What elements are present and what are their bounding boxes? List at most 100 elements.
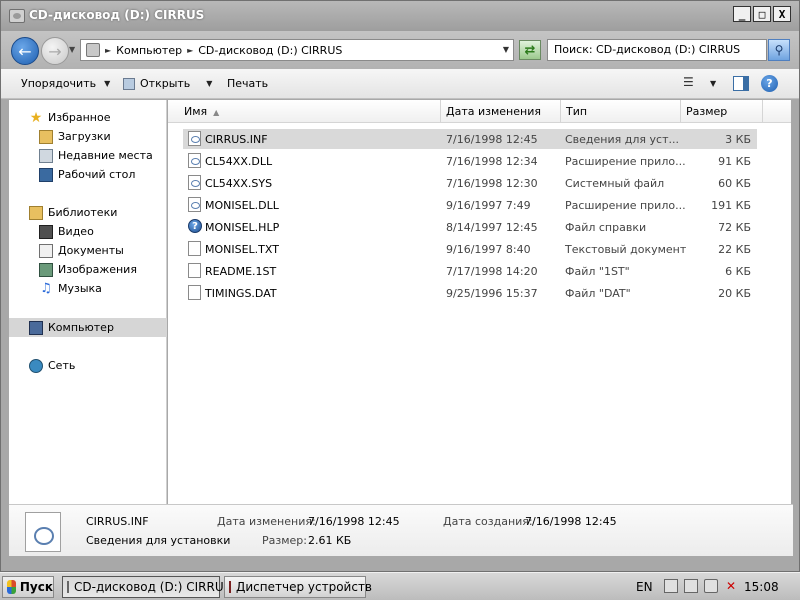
setup-info-file-icon	[188, 131, 201, 146]
column-size-label: Размер	[686, 105, 728, 118]
taskbar: Пуск CD-дисковод (D:) CIRRUS Диспетчер у…	[0, 572, 800, 600]
downloads-folder-icon	[39, 129, 53, 144]
chevron-down-icon[interactable]: ▼	[206, 79, 212, 88]
file-type: Расширение прило...	[565, 155, 686, 168]
network-tray-icon[interactable]	[664, 579, 678, 593]
close-button[interactable]: X	[773, 6, 791, 22]
pictures-icon	[39, 262, 53, 277]
column-header: Имя ▲ Дата изменения Тип Размер	[168, 100, 791, 123]
change-view-icon[interactable]: ☰	[683, 75, 701, 91]
details-size-label: Размер:	[262, 534, 307, 547]
view-options-chevron-icon[interactable]: ▼	[710, 79, 716, 88]
refresh-icon: ⇄	[524, 42, 536, 58]
file-date: 7/16/1998 12:34	[446, 155, 538, 168]
preview-pane-icon[interactable]	[733, 76, 749, 91]
system-file-icon	[188, 153, 201, 168]
file-type: Системный файл	[565, 177, 665, 190]
forward-button[interactable]: →	[41, 37, 69, 65]
file-name: CL54XX.DLL	[205, 155, 273, 168]
details-created-label: Дата создания:	[443, 515, 533, 528]
taskbar-item-explorer[interactable]: CD-дисковод (D:) CIRRUS	[62, 576, 231, 598]
breadcrumb-separator-icon[interactable]: ►	[105, 46, 111, 55]
maximize-button[interactable]: □	[753, 6, 771, 22]
setup-info-file-icon	[25, 512, 61, 552]
title-bar[interactable]: CD-дисковод (D:) CIRRUS _ □ X	[1, 1, 799, 31]
refresh-button[interactable]: ⇄	[519, 40, 541, 60]
file-row[interactable]: CIRRUS.INF 7/16/1998 12:45 Сведения для …	[183, 129, 757, 149]
details-filename: CIRRUS.INF	[86, 515, 149, 528]
nav-music[interactable]: ♫ Музыка	[9, 279, 167, 298]
file-name: CL54XX.SYS	[205, 177, 273, 190]
column-type[interactable]: Тип	[561, 100, 681, 123]
nav-libraries[interactable]: Библиотеки	[9, 203, 167, 222]
file-name: MONISEL.HLP	[205, 221, 280, 234]
clock[interactable]: 15:08	[744, 580, 779, 594]
column-size[interactable]: Размер	[681, 100, 763, 123]
file-size: 191 КБ	[711, 199, 751, 212]
column-type-label: Тип	[566, 105, 588, 118]
explorer-window: CD-дисковод (D:) CIRRUS _ □ X ← → ▼ ► Ко…	[0, 0, 800, 572]
open-label: Открыть	[140, 77, 191, 90]
minimize-button[interactable]: _	[733, 6, 751, 22]
file-row[interactable]: ? MONISEL.HLP 8/14/1997 12:45 Файл справ…	[183, 217, 757, 237]
generic-file-icon	[188, 263, 201, 278]
nav-downloads[interactable]: Загрузки	[9, 127, 167, 146]
file-row[interactable]: CL54XX.DLL 7/16/1998 12:34 Расширение пр…	[183, 151, 757, 171]
nav-computer[interactable]: Компьютер	[9, 318, 167, 337]
start-label: Пуск	[19, 580, 53, 594]
documents-icon	[39, 243, 53, 258]
file-row[interactable]: CL54XX.SYS 7/16/1998 12:30 Системный фай…	[183, 173, 757, 193]
nav-documents[interactable]: Документы	[9, 241, 167, 260]
action-center-icon[interactable]	[684, 579, 698, 593]
file-row[interactable]: TIMINGS.DAT 9/25/1996 15:37 Файл "DAT" 2…	[183, 283, 757, 303]
nav-pictures[interactable]: Изображения	[9, 260, 167, 279]
generic-file-icon	[188, 285, 201, 300]
file-name: MONISEL.DLL	[205, 199, 279, 212]
nav-downloads-label: Загрузки	[58, 130, 111, 143]
address-bar[interactable]: ► Компьютер ► CD-дисковод (D:) CIRRUS ▼	[80, 39, 514, 61]
details-size-value: 2.61 КБ	[308, 534, 352, 547]
print-button[interactable]: Печать	[227, 77, 268, 90]
desktop-icon	[39, 167, 53, 182]
column-date-label: Дата изменения	[446, 105, 541, 118]
nav-network[interactable]: Сеть	[9, 356, 167, 375]
file-type: Файл "DAT"	[565, 287, 631, 300]
file-size: 60 КБ	[718, 177, 751, 190]
recent-pages-chevron-icon[interactable]: ▼	[69, 45, 75, 54]
breadcrumb-cd-drive[interactable]: CD-дисковод (D:) CIRRUS	[198, 44, 342, 57]
volume-icon[interactable]	[704, 579, 718, 593]
address-dropdown-icon[interactable]: ▼	[503, 45, 509, 54]
back-button[interactable]: ←	[11, 37, 39, 65]
search-input[interactable]: Поиск: CD-дисковод (D:) CIRRUS	[547, 39, 767, 61]
recent-places-icon	[39, 148, 53, 163]
search-button[interactable]: ⚲	[768, 39, 790, 61]
sort-ascending-icon: ▲	[213, 108, 220, 117]
breadcrumb-separator-icon[interactable]: ►	[187, 46, 193, 55]
help-icon[interactable]: ?	[761, 75, 778, 92]
column-date[interactable]: Дата изменения	[441, 100, 561, 123]
start-button[interactable]: Пуск	[2, 576, 54, 598]
print-label: Печать	[227, 77, 269, 90]
taskbar-item-device-manager[interactable]: Диспетчер устройств	[224, 576, 372, 598]
breadcrumb-computer[interactable]: Компьютер	[116, 44, 182, 57]
nav-recent-places-label: Недавние места	[58, 149, 153, 162]
nav-desktop[interactable]: Рабочий стол	[9, 165, 167, 184]
file-size: 22 КБ	[718, 243, 751, 256]
file-row[interactable]: README.1ST 7/17/1998 14:20 Файл "1ST" 6 …	[183, 261, 757, 281]
nav-video[interactable]: Видео	[9, 222, 167, 241]
computer-icon	[86, 43, 100, 57]
language-indicator[interactable]: EN	[636, 580, 653, 594]
file-row[interactable]: MONISEL.TXT 9/16/1997 8:40 Текстовый док…	[183, 239, 757, 259]
nav-favorites[interactable]: ★ Избранное	[9, 108, 167, 127]
music-note-icon: ♫	[40, 281, 52, 296]
column-name[interactable]: Имя ▲	[168, 100, 441, 123]
organize-button[interactable]: Упорядочить ▼	[21, 77, 110, 90]
open-button[interactable]: Открыть ▼	[123, 77, 212, 90]
file-row[interactable]: MONISEL.DLL 9/16/1997 7:49 Расширение пр…	[183, 195, 757, 215]
windows-logo-icon	[7, 580, 16, 594]
file-date: 9/16/1997 8:40	[446, 243, 531, 256]
taskbar-item-label: Диспетчер устройств	[236, 580, 373, 594]
file-size: 20 КБ	[718, 287, 751, 300]
file-type: Файл справки	[565, 221, 647, 234]
nav-recent-places[interactable]: Недавние места	[9, 146, 167, 165]
